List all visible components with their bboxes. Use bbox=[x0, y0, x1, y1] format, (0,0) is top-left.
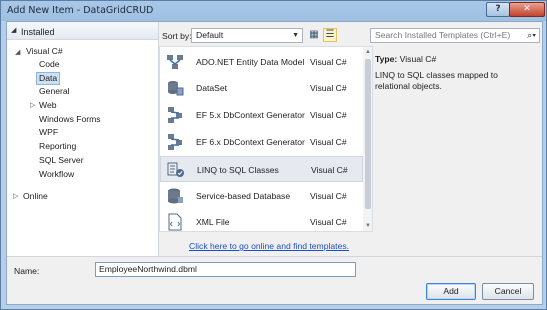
expand-arrow-icon[interactable]: ◢ bbox=[15, 46, 20, 59]
search-placeholder: Search Installed Templates (Ctrl+E) bbox=[375, 30, 511, 40]
dialog-body: ◢ Installed ◢ Visual C# Code Data Genera… bbox=[6, 21, 543, 305]
sort-by-label: Sort by: bbox=[162, 31, 192, 41]
title-bar[interactable]: Add New Item - DataGridCRUD ? ✕ bbox=[1, 1, 547, 21]
type-label: Type: bbox=[375, 54, 398, 64]
tree-item-reporting[interactable]: Reporting bbox=[39, 140, 76, 153]
installed-label: Installed bbox=[21, 27, 55, 37]
tree-item-web[interactable]: Web bbox=[39, 99, 57, 112]
sort-by-value: Default bbox=[196, 30, 224, 40]
template-language: Visual C# bbox=[310, 110, 347, 120]
tree-item-wpf[interactable]: WPF bbox=[39, 126, 58, 139]
add-button[interactable]: Add bbox=[426, 283, 476, 300]
database-icon bbox=[168, 188, 183, 204]
dbcontext-generator-icon bbox=[168, 107, 182, 123]
search-icon[interactable]: ⌕▾ bbox=[527, 29, 536, 42]
template-details: Type: Visual C# LINQ to SQL classes mapp… bbox=[375, 54, 535, 92]
template-name: Service-based Database bbox=[196, 191, 291, 201]
tree-item-data[interactable]: Data bbox=[36, 72, 61, 85]
template-language: Visual C# bbox=[310, 217, 347, 227]
linq-to-sql-icon bbox=[167, 162, 184, 177]
tree-item-sql-server[interactable]: SQL Server bbox=[39, 154, 84, 167]
grid-view-icon: ▦ bbox=[309, 29, 319, 40]
entity-model-icon bbox=[167, 55, 183, 69]
details-view-button[interactable]: ☰ bbox=[323, 28, 337, 42]
scroll-up-icon[interactable]: ▲ bbox=[365, 49, 371, 55]
tree-item-visual-csharp[interactable]: Visual C# bbox=[26, 45, 63, 58]
installed-header[interactable]: ◢ Installed bbox=[7, 22, 158, 40]
sort-by-dropdown[interactable]: Default ▼ bbox=[191, 28, 303, 43]
tree-item-online[interactable]: Online bbox=[23, 190, 48, 203]
template-name: XML File bbox=[196, 217, 230, 227]
template-language: Visual C# bbox=[310, 191, 347, 201]
add-new-item-dialog: Add New Item - DataGridCRUD ? ✕ ◢ Instal… bbox=[0, 0, 547, 310]
xml-file-icon bbox=[168, 213, 182, 231]
template-list-scrollbar[interactable]: ▲ ▼ bbox=[363, 47, 372, 231]
scroll-down-icon[interactable]: ▼ bbox=[365, 223, 371, 229]
template-description: LINQ to SQL classes mapped to relational… bbox=[375, 70, 498, 91]
medium-icons-view-button[interactable]: ▦ bbox=[307, 28, 321, 42]
tree-item-general[interactable]: General bbox=[39, 85, 70, 98]
name-label: Name: bbox=[14, 266, 40, 276]
collapse-arrow-icon[interactable]: ◢ bbox=[11, 26, 16, 34]
template-category-tree: ◢ Installed ◢ Visual C# Code Data Genera… bbox=[7, 22, 159, 256]
list-item[interactable]: Service-based Database Visual C# bbox=[160, 183, 363, 209]
template-language: Visual C# bbox=[310, 57, 347, 67]
type-value: Visual C# bbox=[399, 54, 437, 64]
online-templates-link[interactable]: Click here to go online and find templat… bbox=[189, 241, 349, 251]
scroll-thumb[interactable] bbox=[365, 59, 371, 209]
window-title: Add New Item - DataGridCRUD bbox=[7, 5, 154, 16]
cancel-button[interactable]: Cancel bbox=[482, 283, 534, 300]
expand-arrow-icon[interactable]: ▷ bbox=[30, 99, 35, 112]
list-item[interactable]: EF 6.x DbContext Generator Visual C# bbox=[160, 129, 363, 155]
list-view-icon: ☰ bbox=[325, 29, 335, 40]
search-templates-input[interactable]: Search Installed Templates (Ctrl+E) ⌕▾ bbox=[370, 28, 540, 43]
tree-item-windows-forms[interactable]: Windows Forms bbox=[39, 113, 101, 126]
tree-item-code[interactable]: Code bbox=[39, 58, 60, 71]
chevron-down-icon: ▼ bbox=[292, 32, 299, 39]
list-item[interactable]: DataSet Visual C# bbox=[160, 75, 363, 101]
template-name: LINQ to SQL Classes bbox=[197, 165, 279, 175]
list-item[interactable]: LINQ to SQL Classes Visual C# bbox=[160, 156, 363, 182]
tree-item-workflow[interactable]: Workflow bbox=[39, 168, 74, 181]
list-item[interactable]: EF 5.x DbContext Generator Visual C# bbox=[160, 102, 363, 128]
name-field[interactable]: EmployeeNorthwind.dbml bbox=[95, 262, 356, 277]
template-language: Visual C# bbox=[310, 83, 347, 93]
close-button[interactable]: ✕ bbox=[509, 2, 545, 17]
name-field-value: EmployeeNorthwind.dbml bbox=[99, 264, 197, 274]
list-item[interactable]: ADO.NET Entity Data Model Visual C# bbox=[160, 49, 363, 75]
template-name: EF 6.x DbContext Generator bbox=[196, 137, 305, 147]
dataset-icon bbox=[168, 81, 184, 96]
dbcontext-generator-icon bbox=[168, 134, 182, 150]
template-list: ADO.NET Entity Data Model Visual C# Data… bbox=[159, 46, 373, 232]
template-name: ADO.NET Entity Data Model bbox=[196, 57, 305, 67]
help-button[interactable]: ? bbox=[486, 2, 510, 17]
list-item[interactable]: XML File Visual C# bbox=[160, 209, 363, 231]
template-language: Visual C# bbox=[311, 165, 348, 175]
template-name: EF 5.x DbContext Generator bbox=[196, 110, 305, 120]
template-language: Visual C# bbox=[310, 137, 347, 147]
expand-arrow-icon[interactable]: ▷ bbox=[13, 190, 18, 203]
template-name: DataSet bbox=[196, 83, 228, 93]
